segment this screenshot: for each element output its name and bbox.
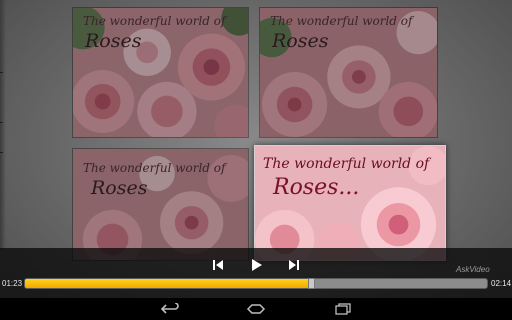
total-time: 02:14 <box>491 279 512 288</box>
rose-slide-thumbnail-2: The wonderful world of Roses <box>259 7 438 138</box>
thumbnail-title: Roses <box>91 177 148 199</box>
elapsed-time: 01:23 <box>2 279 23 288</box>
thumbnail-caption: The wonderful world of <box>263 156 430 172</box>
video-frame[interactable]: The wonderful world of Roses The wonderf… <box>72 7 446 261</box>
recent-apps-button[interactable] <box>330 300 356 318</box>
recent-apps-icon <box>335 303 351 315</box>
skip-next-icon <box>289 260 299 270</box>
thumbnail-caption: The wonderful world of <box>83 14 226 28</box>
edge-tick <box>0 152 3 153</box>
thumbnail-caption: The wonderful world of <box>270 14 413 28</box>
play-icon <box>252 259 262 271</box>
previous-button[interactable] <box>208 256 228 274</box>
back-button[interactable] <box>157 300 183 318</box>
thumbnail-title: Roses <box>272 30 329 52</box>
system-navigation-bar <box>0 298 512 320</box>
play-button[interactable] <box>246 256 266 274</box>
next-button[interactable] <box>284 256 304 274</box>
seek-bar[interactable] <box>24 278 488 289</box>
seek-thumb[interactable] <box>307 278 315 289</box>
thumbnail-title: Roses... <box>273 175 360 200</box>
rose-slide-thumbnail-1: The wonderful world of Roses <box>72 7 249 138</box>
back-icon <box>160 303 179 314</box>
left-edge-shadow <box>0 0 6 250</box>
thumbnail-caption: The wonderful world of <box>83 161 226 175</box>
media-controls-bar: AskVideo 01:23 02:14 <box>0 248 512 298</box>
edge-tick <box>0 122 3 123</box>
home-icon <box>246 304 266 314</box>
thumbnail-title: Roses <box>85 30 142 52</box>
edge-tick <box>0 72 3 73</box>
seek-progress-fill <box>25 279 311 288</box>
skip-previous-icon <box>213 260 223 270</box>
home-button[interactable] <box>243 300 269 318</box>
rose-slide-thumbnail-3: The wonderful world of Roses <box>72 148 249 261</box>
watermark-logo: AskVideo <box>456 265 490 274</box>
rose-slide-thumbnail-4-active: The wonderful world of Roses... <box>254 145 446 261</box>
